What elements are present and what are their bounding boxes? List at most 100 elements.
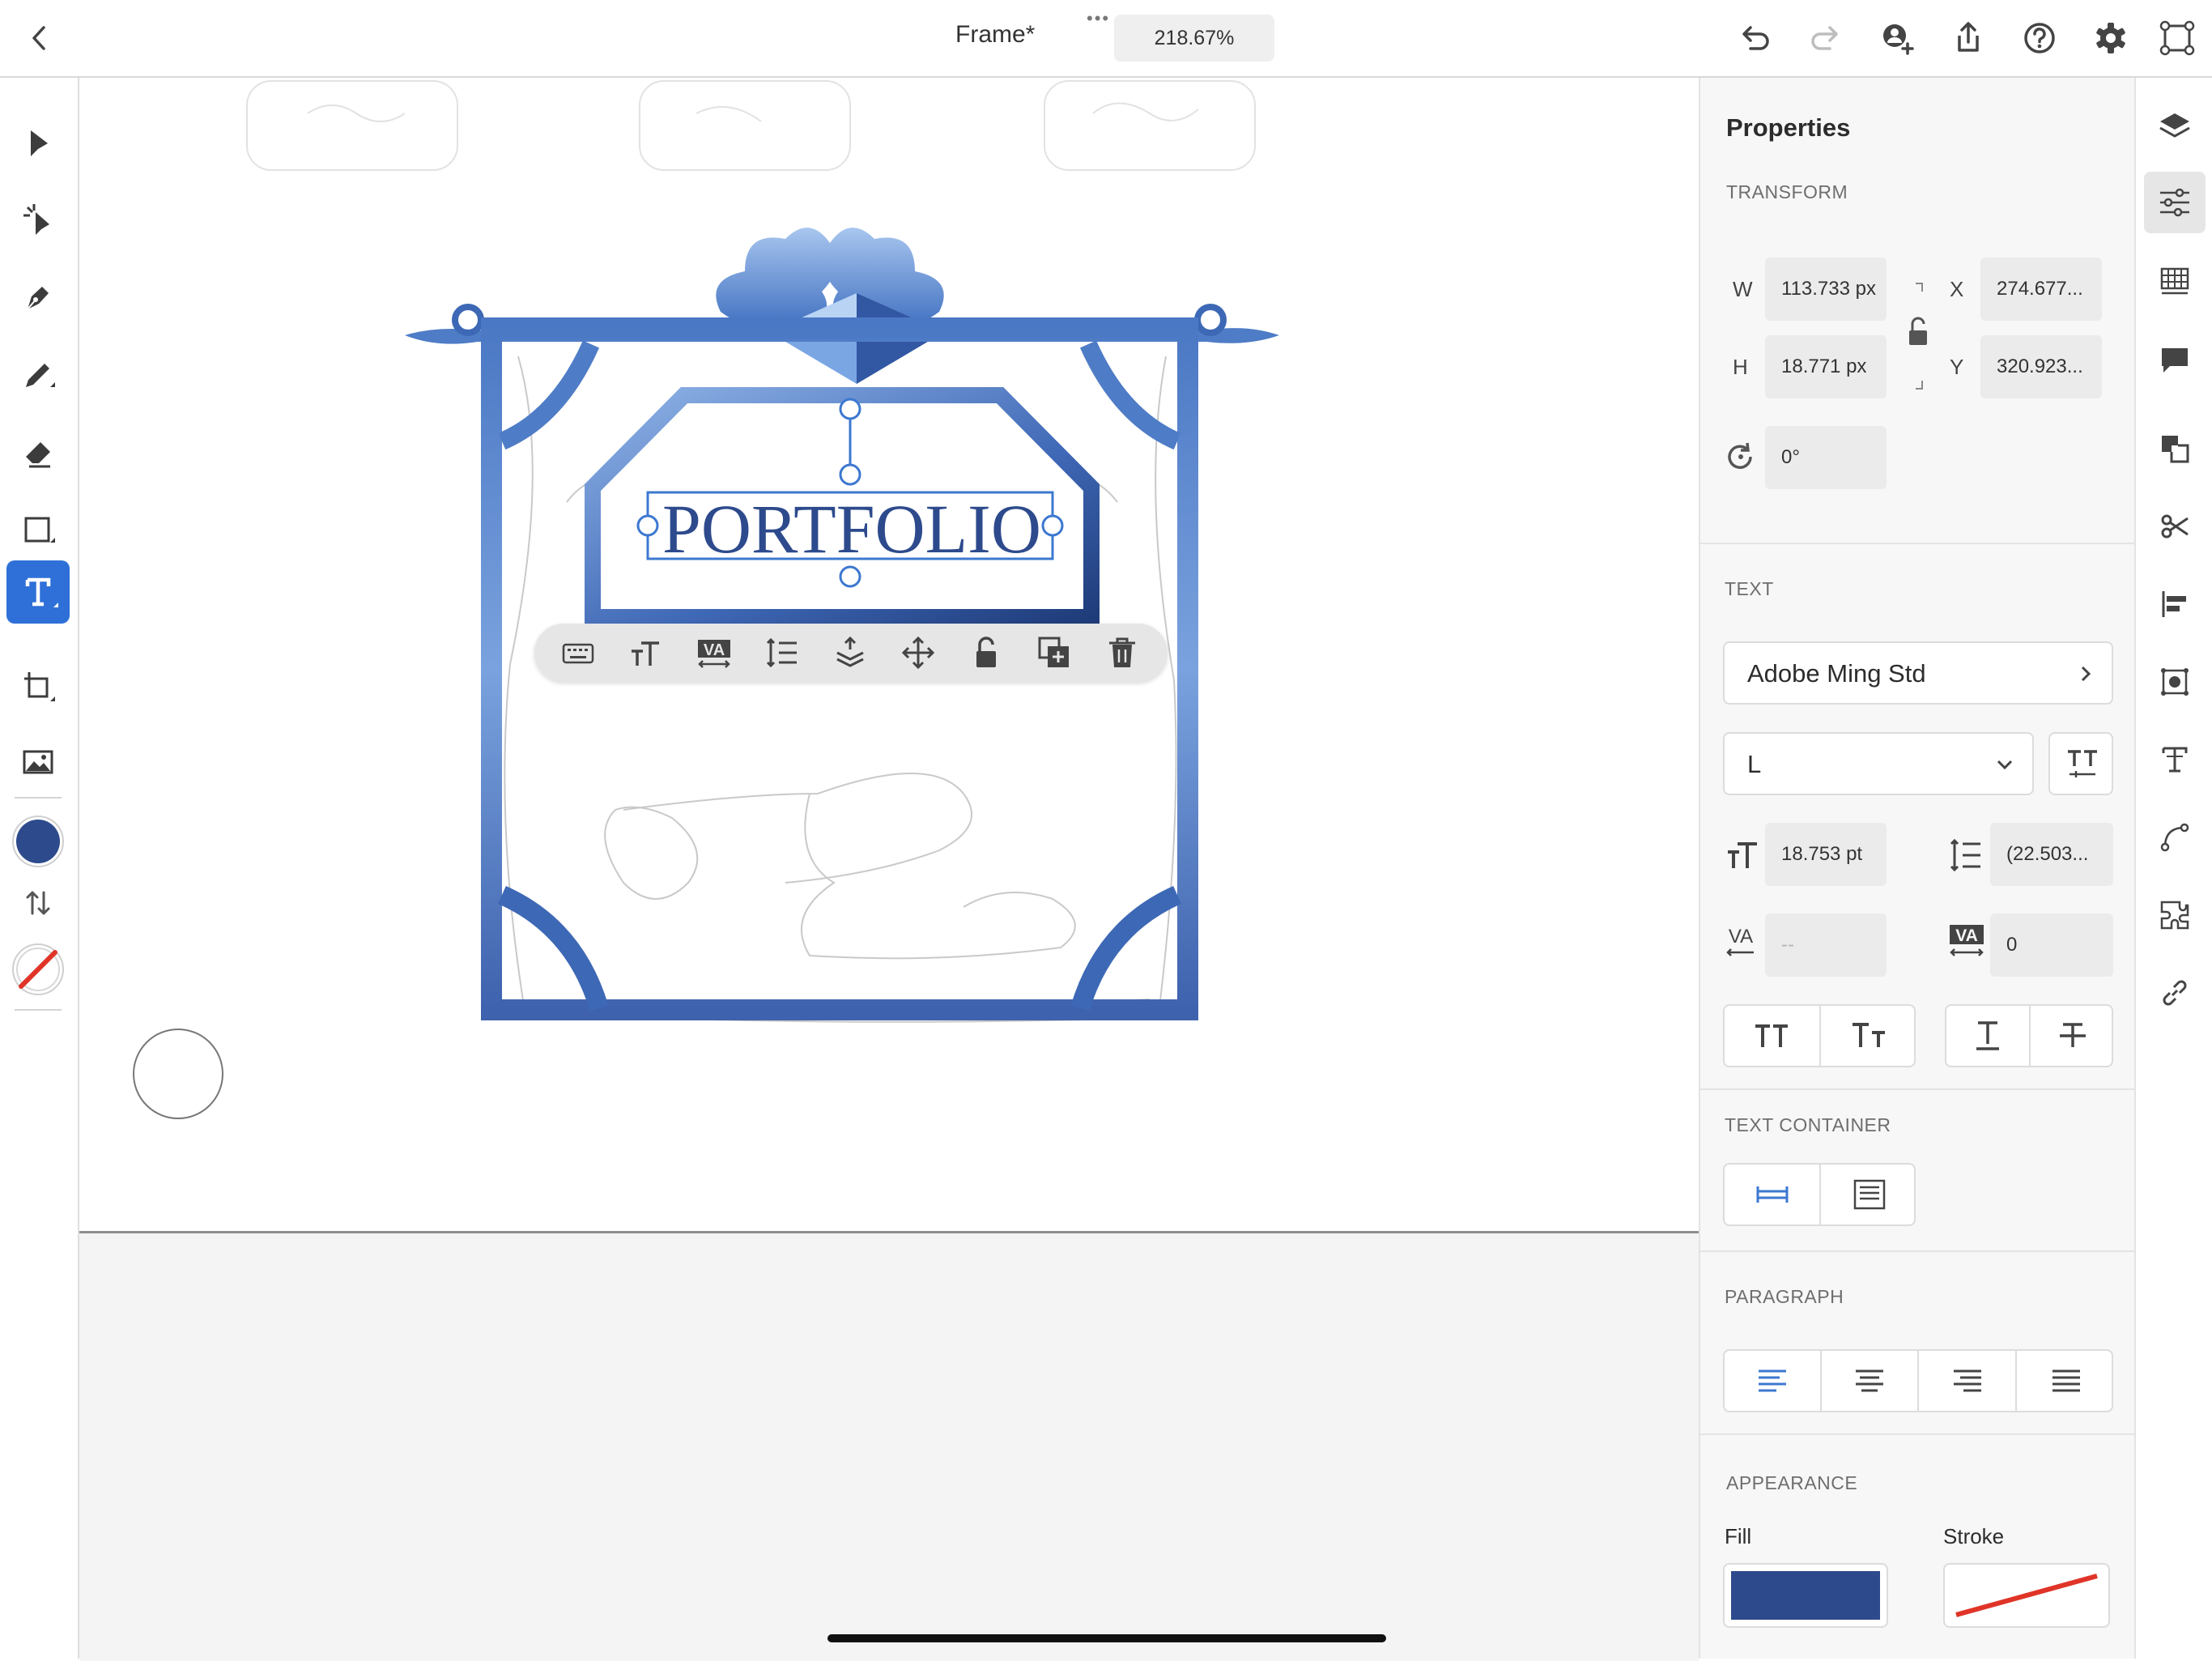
y-field[interactable]: 320.923... <box>1980 335 2102 398</box>
text-case-group <box>1723 1004 1916 1067</box>
tracking-field[interactable]: 0 <box>1990 914 2113 977</box>
fill-color-preview <box>1731 1571 1880 1620</box>
small-caps-button[interactable] <box>1821 1006 1917 1066</box>
settings-gear-icon[interactable] <box>2091 18 2131 58</box>
font-size-field[interactable]: 18.753 pt <box>1765 823 1887 886</box>
right-icon-rail <box>2134 78 2212 1659</box>
font-style-dropdown[interactable]: L <box>1723 732 2034 795</box>
leading-icon[interactable] <box>764 635 800 671</box>
home-indicator[interactable] <box>827 1634 1386 1642</box>
artboard-tool[interactable] <box>6 654 70 718</box>
area-text-icon <box>1853 1179 1885 1210</box>
align-center-icon <box>1856 1369 1883 1392</box>
repeat-grid-icon[interactable] <box>2152 659 2197 705</box>
font-size-icon[interactable] <box>628 635 664 671</box>
properties-panel: Properties TRANSFORM W 113.733 px H 18.7… <box>1699 78 2134 1659</box>
y-label: Y <box>1950 355 1964 379</box>
stroke-none-swatch[interactable] <box>11 943 65 996</box>
svg-text:VA: VA <box>704 641 725 659</box>
height-label: H <box>1733 355 1748 379</box>
text-options-button[interactable] <box>2048 732 2113 795</box>
pencil-tool[interactable] <box>6 343 70 407</box>
align-right-button[interactable] <box>1919 1351 2017 1411</box>
justify-icon <box>2052 1369 2080 1392</box>
share-icon[interactable] <box>1948 18 1989 58</box>
unlock-icon[interactable] <box>968 635 1004 671</box>
leading-icon <box>1948 837 1984 873</box>
grid-layout-icon[interactable] <box>2152 258 2197 303</box>
move-icon[interactable] <box>900 635 936 671</box>
strikethrough-icon <box>2060 1023 2086 1047</box>
width-field[interactable]: 113.733 px <box>1765 258 1887 321</box>
height-field[interactable]: 18.771 px <box>1765 335 1887 398</box>
layers-icon[interactable] <box>2152 104 2197 149</box>
arrange-layers-icon[interactable] <box>832 635 868 671</box>
properties-title: Properties <box>1726 113 1851 142</box>
eraser-tool[interactable] <box>6 421 70 484</box>
rotate-icon <box>1725 441 1757 473</box>
rectangle-tool[interactable] <box>6 499 70 562</box>
stroke-swatch-button[interactable] <box>1943 1563 2110 1628</box>
pasteboard[interactable] <box>79 1231 1699 1661</box>
strikethrough-button[interactable] <box>2031 1006 2115 1066</box>
delete-trash-icon[interactable] <box>1104 635 1140 671</box>
fill-label: Fill <box>1725 1524 1752 1548</box>
link-icon[interactable] <box>2152 970 2197 1016</box>
help-icon[interactable] <box>2019 18 2060 58</box>
undo-icon[interactable] <box>1734 18 1775 58</box>
text-context-toolbar: VA <box>534 624 1168 682</box>
prototype-icon[interactable] <box>2157 18 2197 58</box>
scissors-icon[interactable] <box>2152 504 2197 549</box>
rotation-field[interactable]: 0° <box>1765 426 1887 489</box>
back-icon[interactable] <box>19 18 60 58</box>
align-left-button[interactable] <box>1725 1351 1822 1411</box>
text-tool[interactable] <box>6 560 70 624</box>
comments-icon[interactable] <box>2152 337 2197 382</box>
document-title[interactable]: Frame* <box>955 21 1035 49</box>
align-objects-icon[interactable] <box>2152 581 2197 627</box>
x-field[interactable]: 274.677... <box>1980 258 2102 321</box>
path-edit-icon[interactable] <box>2152 815 2197 860</box>
place-image-tool[interactable] <box>6 730 70 794</box>
tracking-icon[interactable]: VA <box>696 635 732 671</box>
constrain-proportions-lock-icon[interactable] <box>1901 280 1933 394</box>
underline-button[interactable] <box>1946 1006 2031 1066</box>
font-family-value: Adobe Ming Std <box>1747 659 1926 688</box>
leading-field[interactable]: (22.503... <box>1990 823 2113 886</box>
width-label: W <box>1733 277 1753 301</box>
direct-selection-tool[interactable] <box>6 188 70 251</box>
touch-indicator <box>133 1029 223 1119</box>
all-caps-button[interactable] <box>1725 1006 1821 1066</box>
more-options-icon[interactable]: ••• <box>1087 8 1110 29</box>
appearance-label: APPEARANCE <box>1726 1472 1858 1493</box>
tools-panel <box>0 78 79 1659</box>
kerning-field[interactable]: -- <box>1765 914 1887 977</box>
align-center-button[interactable] <box>1822 1351 1919 1411</box>
kerning-icon: VA <box>1723 923 1760 960</box>
duplicate-icon[interactable] <box>1036 635 1072 671</box>
plugins-icon[interactable] <box>2152 892 2197 938</box>
point-text-button[interactable] <box>1725 1165 1821 1224</box>
properties-adjust-icon[interactable] <box>2144 172 2206 233</box>
paragraph-alignment-group <box>1723 1349 2113 1412</box>
transform-label: TRANSFORM <box>1726 181 1848 202</box>
redo-icon[interactable] <box>1806 18 1846 58</box>
fill-color-swatch[interactable] <box>11 815 65 868</box>
selection-tool[interactable] <box>6 112 70 175</box>
font-style-value: L <box>1747 750 1762 778</box>
fill-swatch-button[interactable] <box>1723 1563 1888 1628</box>
text-styles-icon[interactable] <box>2152 737 2197 782</box>
small-caps-icon <box>1852 1023 1885 1047</box>
invite-user-icon[interactable] <box>1877 18 1917 58</box>
pen-tool[interactable] <box>6 266 70 329</box>
keyboard-icon[interactable] <box>560 635 596 671</box>
portfolio-text[interactable]: PORTFOLIO <box>662 490 1041 568</box>
font-size-icon <box>1725 837 1760 873</box>
font-family-picker[interactable]: Adobe Ming Std <box>1723 641 2113 705</box>
boolean-ops-icon[interactable] <box>2152 426 2197 471</box>
justify-button[interactable] <box>2017 1351 2115 1411</box>
zoom-level[interactable]: 218.67% <box>1114 15 1274 62</box>
swap-colors-icon[interactable] <box>18 886 58 922</box>
area-text-button[interactable] <box>1821 1165 1917 1224</box>
chevron-down-icon <box>1997 760 2013 770</box>
